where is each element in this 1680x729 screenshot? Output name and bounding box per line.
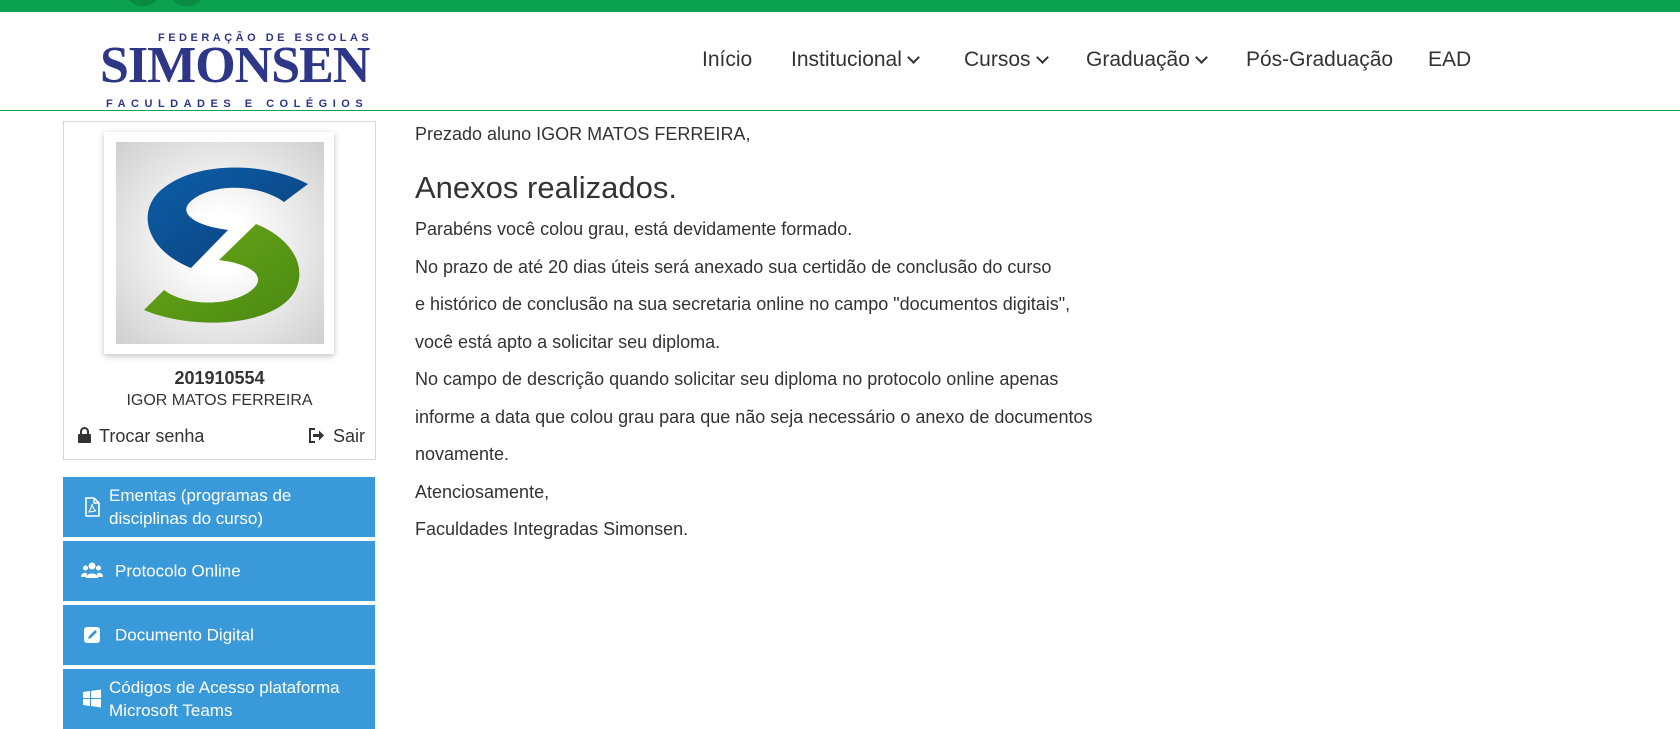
page-title: Anexos realizados. xyxy=(415,170,677,205)
site-header: FEDERAÇÃO DE ESCOLAS SIMONSEN FACULDADES… xyxy=(0,12,1680,111)
documento-digital-label: Documento Digital xyxy=(115,625,254,645)
users-icon xyxy=(81,562,103,578)
chevron-down-icon xyxy=(907,51,920,64)
message-line: Faculdades Integradas Simonsen. xyxy=(415,519,689,539)
chevron-down-icon xyxy=(1195,51,1208,64)
student-id: 201910554 xyxy=(174,368,265,388)
nav-cursos[interactable]: Cursos xyxy=(964,48,1049,72)
top-accent-bar xyxy=(0,0,1680,12)
student-name: IGOR MATOS FERREIRA xyxy=(126,392,313,409)
top-bar-icon[interactable] xyxy=(128,0,158,6)
microsoft-teams-codes-button[interactable]: Códigos de Acesso plataforma Microsoft T… xyxy=(63,669,375,729)
top-bar-icon[interactable] xyxy=(172,0,202,6)
pdf-file-icon xyxy=(85,497,100,517)
nav-graduacao[interactable]: Graduação xyxy=(1086,48,1208,72)
logo-wordmark: SIMONSEN xyxy=(100,37,370,94)
logo-bottom-line: FACULDADES E COLÉGIOS xyxy=(106,98,369,110)
ementas-label: Ementas (programas de disciplinas do cur… xyxy=(109,486,292,528)
avatar-background xyxy=(116,142,324,344)
message-line: No campo de descrição quando solicitar s… xyxy=(415,369,1059,389)
change-password-link[interactable]: Trocar senha xyxy=(78,426,204,447)
greeting-text: Prezado aluno IGOR MATOS FERREIRA, xyxy=(415,124,751,144)
sign-out-icon xyxy=(309,427,324,443)
simonsen-s-logo-icon xyxy=(144,167,308,323)
ementas-button[interactable]: Ementas (programas de disciplinas do cur… xyxy=(63,477,375,537)
nav-ead[interactable]: EAD xyxy=(1428,48,1471,72)
protocolo-online-button[interactable]: Protocolo Online xyxy=(63,541,375,601)
logout-link[interactable]: Sair xyxy=(308,426,365,447)
message-line: novamente. xyxy=(415,444,510,464)
protocolo-online-label: Protocolo Online xyxy=(115,561,241,581)
microsoft-teams-codes-label: Códigos de Acesso plataforma Microsoft T… xyxy=(109,678,340,720)
message-line: Parabéns você colou grau, está devidamen… xyxy=(415,219,853,239)
message-line: informe a data que colou grau para que n… xyxy=(415,407,1093,427)
message-line: Atenciosamente, xyxy=(415,482,550,502)
nav-inicio[interactable]: Início xyxy=(702,48,752,72)
avatar xyxy=(104,132,334,354)
profile-card: 201910554 IGOR MATOS FERREIRA Trocar sen… xyxy=(63,121,376,460)
lock-icon xyxy=(78,427,91,444)
windows-icon xyxy=(83,689,101,708)
message-line: você está apto a solicitar seu diploma. xyxy=(415,332,721,352)
message-line: No prazo de até 20 dias úteis será anexa… xyxy=(415,257,1052,277)
edit-icon xyxy=(84,627,100,643)
simonsen-logo[interactable]: FEDERAÇÃO DE ESCOLAS SIMONSEN FACULDADES… xyxy=(100,26,370,110)
chevron-down-icon xyxy=(1035,51,1049,64)
nav-pos-graduacao[interactable]: Pós-Graduação xyxy=(1246,48,1393,72)
documento-digital-button[interactable]: Documento Digital xyxy=(63,605,375,665)
nav-institucional[interactable]: Institucional xyxy=(791,48,920,72)
message-line: e histórico de conclusão na sua secretar… xyxy=(415,294,1071,314)
